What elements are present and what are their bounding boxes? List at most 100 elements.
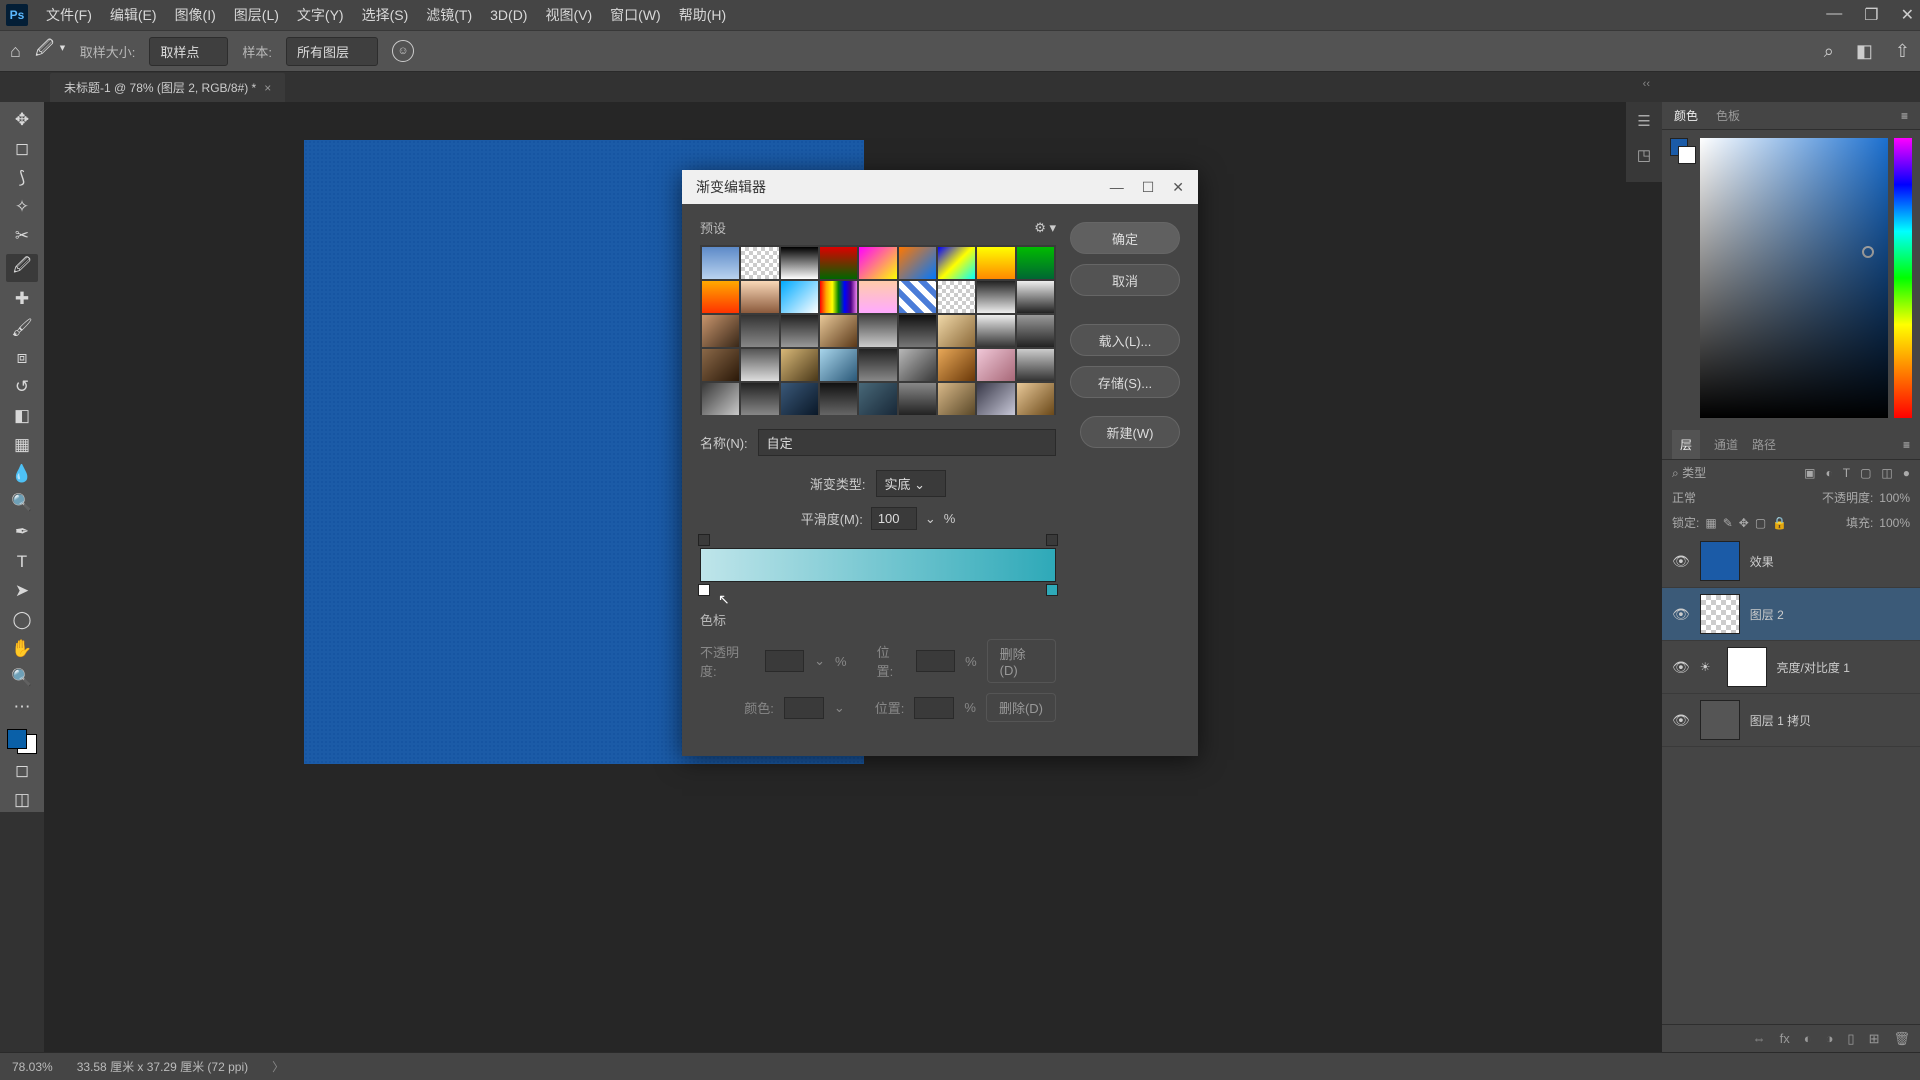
hand-tool[interactable]: ✋ — [6, 637, 38, 660]
adjustment-layer-icon[interactable]: ◑ — [1826, 1031, 1834, 1046]
preset-gradient-18[interactable] — [1017, 281, 1054, 313]
preset-gradient-10[interactable] — [702, 281, 739, 313]
close-icon[interactable]: ✕ — [1901, 5, 1914, 25]
sample-size-select[interactable]: 取样点 — [149, 37, 228, 66]
preset-gradient-43[interactable] — [938, 383, 975, 415]
fill-value[interactable]: 100% — [1879, 516, 1910, 530]
preset-gradient-41[interactable] — [859, 383, 896, 415]
layer-fx-icon[interactable]: fx — [1780, 1031, 1790, 1046]
opacity-stop-right[interactable] — [1046, 534, 1058, 546]
preset-gradient-40[interactable] — [820, 383, 857, 415]
menu-help[interactable]: 帮助(H) — [679, 5, 726, 25]
new-layer-icon[interactable]: ⊞ — [1869, 1031, 1880, 1047]
pen-tool[interactable]: ✒ — [6, 521, 38, 544]
minimize-icon[interactable]: — — [1826, 5, 1842, 25]
preset-gradient-37[interactable] — [702, 383, 739, 415]
gradient-bar[interactable] — [700, 548, 1056, 582]
smoothness-input[interactable]: 100 — [871, 507, 917, 530]
restore-icon[interactable]: ❐ — [1864, 5, 1878, 25]
visibility-icon[interactable]: 👁 — [1672, 712, 1690, 729]
lock-artboard-icon[interactable]: ▢ — [1755, 516, 1766, 530]
status-chevron-icon[interactable]: 〉 — [272, 1058, 284, 1075]
filter-type-icon[interactable]: T — [1843, 466, 1850, 480]
tab-swatches[interactable]: 色板 — [1716, 107, 1740, 124]
gradient-tool[interactable]: ▦ — [6, 433, 38, 456]
layer-group-icon[interactable]: ▯ — [1847, 1031, 1854, 1047]
lock-pixels-icon[interactable]: ▦ — [1705, 516, 1716, 530]
layer-name[interactable]: 图层 2 — [1750, 606, 1784, 623]
filter-smart-icon[interactable]: ◫ — [1881, 466, 1892, 480]
home-icon[interactable]: ⌂ — [10, 41, 21, 62]
load-button[interactable]: 载入(L)... — [1070, 324, 1180, 356]
filter-adjust-icon[interactable]: ◐ — [1825, 466, 1832, 480]
blur-tool[interactable]: 💧 — [6, 463, 38, 486]
preset-gradient-30[interactable] — [781, 349, 818, 381]
tab-layers[interactable]: 层 — [1672, 430, 1700, 459]
preset-gradient-34[interactable] — [938, 349, 975, 381]
type-tool[interactable]: T — [6, 550, 38, 573]
close-tab-icon[interactable]: × — [264, 81, 271, 95]
preset-gradient-33[interactable] — [899, 349, 936, 381]
magic-wand-tool[interactable]: ✧ — [6, 195, 38, 218]
menu-filter[interactable]: 滤镜(T) — [426, 5, 472, 25]
document-tab[interactable]: 未标题-1 @ 78% (图层 2, RGB/8#) * × — [50, 73, 285, 102]
presets-gear-icon[interactable]: ⚙ ▾ — [1034, 220, 1056, 236]
brush-tool[interactable]: 🖌 — [6, 317, 38, 340]
opacity-stop-left[interactable] — [698, 534, 710, 546]
preset-gradient-22[interactable] — [820, 315, 857, 347]
lock-position-icon[interactable]: ✥ — [1739, 516, 1749, 530]
preset-gradient-13[interactable] — [820, 281, 857, 313]
stop-opacity-position-input[interactable] — [916, 650, 955, 672]
layers-menu-icon[interactable]: ≡ — [1903, 438, 1910, 452]
tab-paths[interactable]: 路径 — [1752, 436, 1776, 453]
layer-thumbnail[interactable] — [1700, 541, 1740, 581]
preset-gradient-44[interactable] — [977, 383, 1014, 415]
blend-mode-select[interactable]: 正常 — [1672, 489, 1696, 506]
delete-opacity-stop-button[interactable]: 删除(D) — [987, 639, 1056, 683]
properties-panel-icon[interactable]: ◳ — [1637, 146, 1651, 164]
menu-select[interactable]: 选择(S) — [362, 5, 409, 25]
preset-gradient-28[interactable] — [702, 349, 739, 381]
preset-gradient-42[interactable] — [899, 383, 936, 415]
clone-stamp-tool[interactable]: ⧈ — [6, 346, 38, 369]
crop-tool[interactable]: ✂ — [6, 225, 38, 248]
dodge-tool[interactable]: 🔍 — [6, 492, 38, 515]
preset-gradient-35[interactable] — [977, 349, 1014, 381]
preset-gradient-24[interactable] — [899, 315, 936, 347]
healing-brush-tool[interactable]: ✚ — [6, 288, 38, 311]
preset-gradient-16[interactable] — [938, 281, 975, 313]
preset-gradient-6[interactable] — [899, 247, 936, 279]
menu-file[interactable]: 文件(F) — [46, 5, 92, 25]
preset-gradient-3[interactable] — [781, 247, 818, 279]
preset-gradient-7[interactable] — [938, 247, 975, 279]
tab-color[interactable]: 颜色 — [1674, 107, 1698, 124]
preset-gradient-2[interactable] — [741, 247, 778, 279]
share-icon[interactable]: ⇧ — [1895, 41, 1910, 62]
layer-row[interactable]: 👁图层 1 拷贝 — [1662, 694, 1920, 747]
visibility-icon[interactable]: 👁 — [1672, 553, 1690, 570]
expand-chevron-icon[interactable]: ‹‹ — [1643, 78, 1650, 90]
gradient-type-select[interactable]: 实底 ⌄ — [876, 470, 947, 497]
color-swatches[interactable] — [7, 729, 37, 754]
menu-edit[interactable]: 编辑(E) — [110, 5, 157, 25]
history-panel-icon[interactable]: ☰ — [1637, 112, 1650, 130]
delete-layer-icon[interactable]: 🗑 — [1893, 1031, 1910, 1047]
layer-row[interactable]: 👁图层 2 — [1662, 588, 1920, 641]
menu-type[interactable]: 文字(Y) — [297, 5, 344, 25]
panel-menu-icon[interactable]: ≡ — [1901, 109, 1908, 123]
lasso-tool[interactable]: ⟆ — [6, 166, 38, 189]
more-tools[interactable]: ⋯ — [6, 696, 38, 719]
layer-mask-icon[interactable]: ◐ — [1804, 1031, 1812, 1046]
menu-view[interactable]: 视图(V) — [545, 5, 592, 25]
preset-gradient-17[interactable] — [977, 281, 1014, 313]
save-button[interactable]: 存储(S)... — [1070, 366, 1180, 398]
preset-gradient-14[interactable] — [859, 281, 896, 313]
quick-mask[interactable]: ◻ — [6, 760, 38, 783]
preset-gradient-5[interactable] — [859, 247, 896, 279]
layer-thumbnail[interactable] — [1700, 594, 1740, 634]
filter-shape-icon[interactable]: ▢ — [1860, 466, 1871, 480]
menu-3d[interactable]: 3D(D) — [490, 7, 527, 23]
marquee-tool[interactable]: ◻ — [6, 137, 38, 160]
visibility-icon[interactable]: 👁 — [1672, 659, 1690, 676]
preset-gradient-4[interactable] — [820, 247, 857, 279]
